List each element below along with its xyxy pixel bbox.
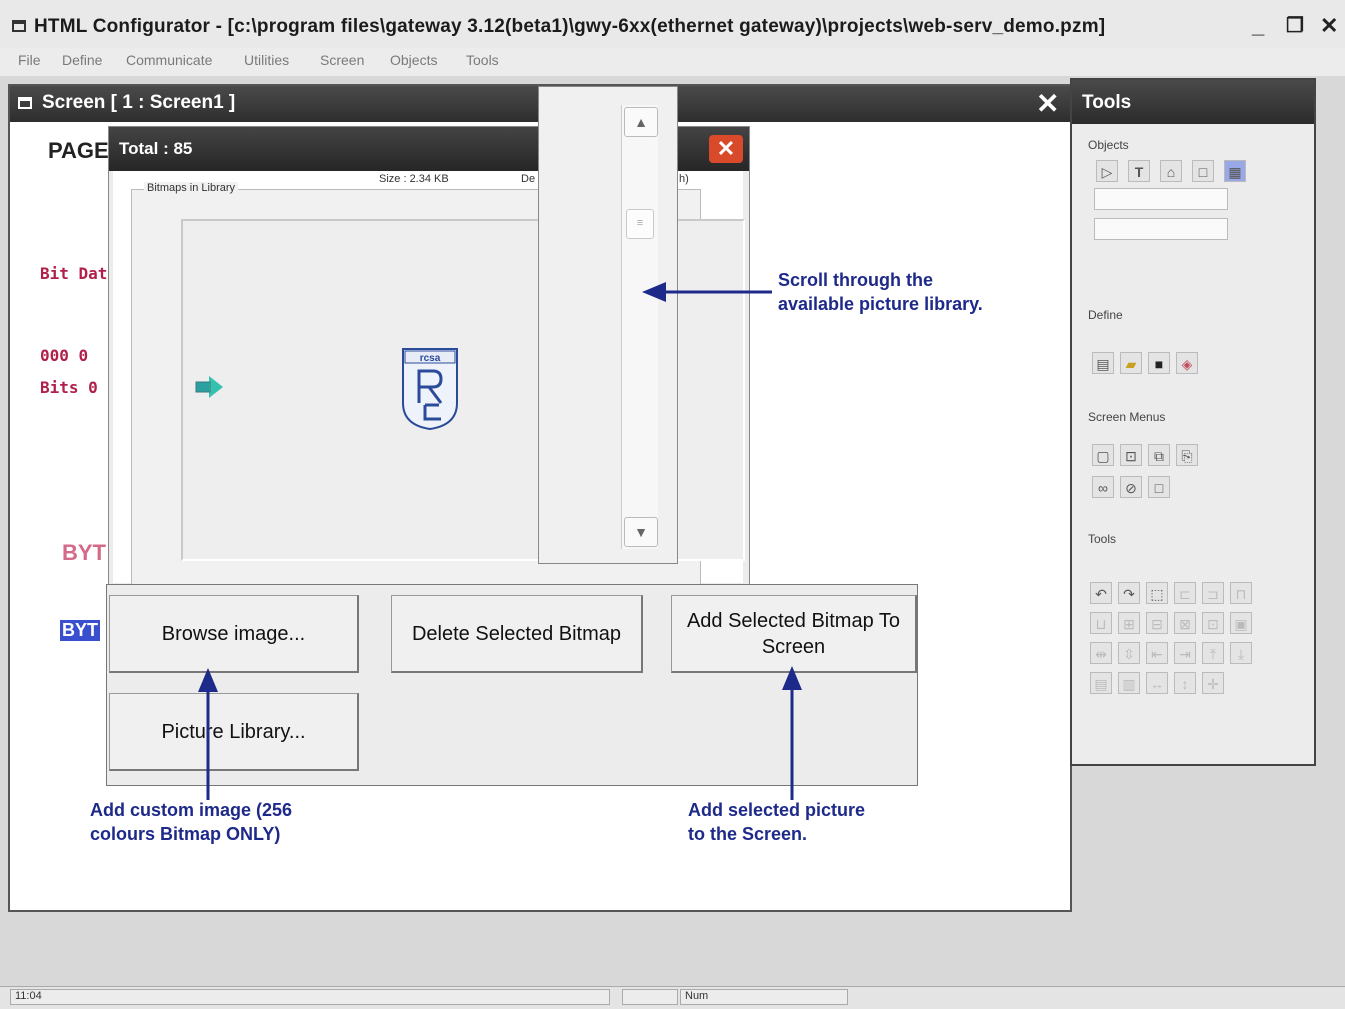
add-annotation: Add selected picture to the Screen. (688, 798, 865, 846)
browse-annotation: Add custom image (256 colours Bitmap ONL… (90, 798, 292, 846)
add-arrowhead (782, 666, 802, 690)
browse-annotation-line1: Add custom image (256 (90, 800, 293, 820)
status-num: Num (680, 989, 848, 1005)
scroll-arrowhead (642, 282, 666, 302)
annotation-arrows (198, 282, 802, 800)
browse-arrowhead (198, 668, 218, 692)
browse-annotation-line2: colours Bitmap ONLY) (90, 824, 281, 844)
add-annotation-line1: Add selected picture (688, 800, 866, 820)
status-bar: 11:04 Num (0, 986, 1345, 1009)
add-annotation-line2: to the Screen. (688, 824, 808, 844)
status-empty-pane (622, 989, 678, 1005)
scroll-annotation-line1: Scroll through the (778, 270, 933, 290)
status-time: 11:04 (10, 989, 610, 1005)
scroll-annotation-line2: available picture library. (778, 294, 983, 314)
scroll-annotation: Scroll through the available picture lib… (778, 268, 983, 316)
